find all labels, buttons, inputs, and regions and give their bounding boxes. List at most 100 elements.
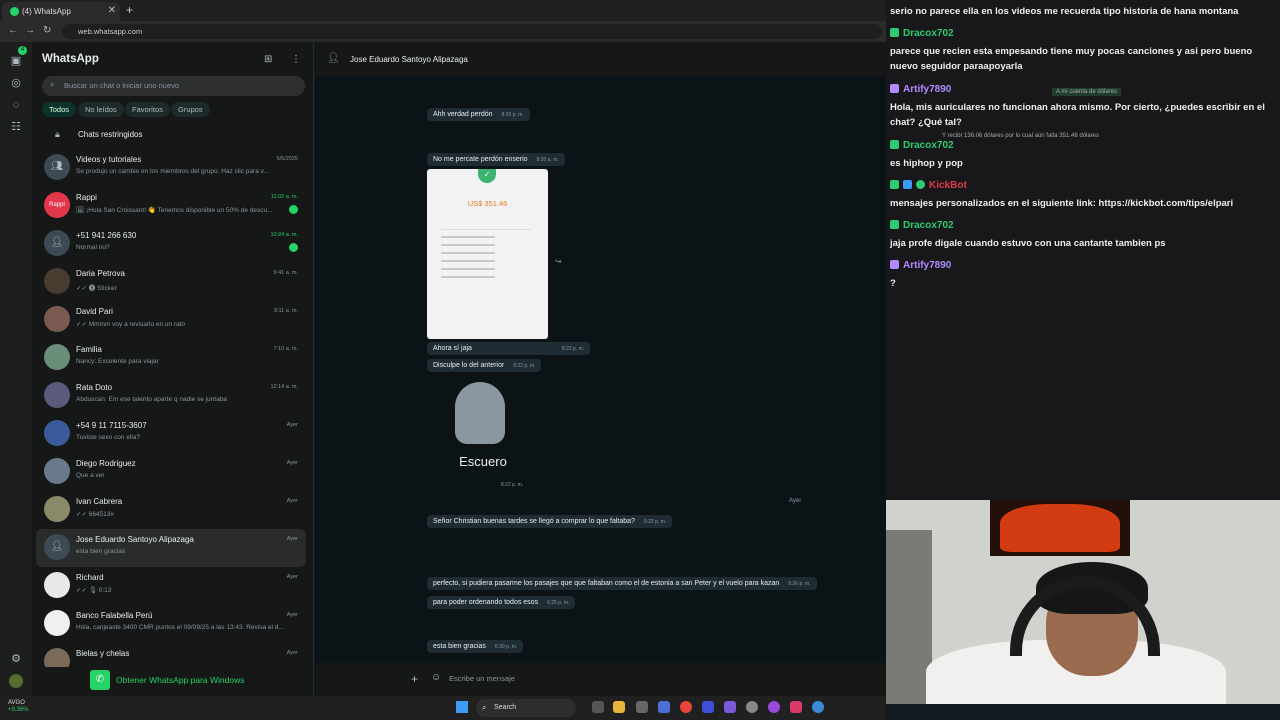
app-icon[interactable] (768, 701, 780, 713)
chrome-icon[interactable] (680, 701, 692, 713)
chat-item[interactable]: David Pari ✓✓ Mmmm voy a revisarlo en un… (36, 301, 306, 339)
chat-item[interactable]: Ivan Cabrera ✓✓ 664513# Ayer (36, 491, 306, 529)
sticker-image[interactable]: Escuero (443, 382, 515, 470)
chat-item[interactable]: Richard ✓✓ 🎙 0:13 Ayer (36, 567, 306, 605)
chat-time: 9:41 a. m. (273, 270, 298, 276)
menu-icon[interactable]: ⋮ (291, 54, 301, 65)
chat-preview: Tuviste sexo con ella? (76, 434, 141, 441)
chat-item[interactable]: Bielas y chelas Ayer (36, 643, 306, 667)
chat-name: Familia (76, 345, 102, 354)
chat-preview: Abduscan: Em ese talento aparte q nadie … (76, 396, 228, 403)
chat-item[interactable]: +54 9 11 7115-3607 Tuviste sexo con ella… (36, 415, 306, 453)
search-icon: ⌕ (50, 80, 55, 89)
payment-receipt-image[interactable]: ✓ US$ 351.46 (427, 169, 548, 339)
file-explorer-icon[interactable] (613, 701, 625, 713)
app-icon[interactable] (746, 701, 758, 713)
app-icon[interactable] (724, 701, 736, 713)
get-windows-label: Obtener WhatsApp para Windows (116, 675, 245, 685)
message-time: 6:22 p. m. (643, 519, 667, 525)
message-input[interactable]: Escribe un mensaje (449, 674, 515, 683)
conversation-header[interactable]: 👤︎ Jose Eduardo Santoyo Alipazaga (315, 42, 886, 76)
new-tab-button[interactable]: + (126, 3, 133, 17)
back-icon[interactable]: ← (8, 25, 18, 36)
message-time: 8:20 p. m. (536, 157, 559, 163)
chat-item[interactable]: Diego Rodriguez Que a ver Ayer (36, 453, 306, 491)
close-tab-icon[interactable]: ✕ (108, 5, 116, 16)
message-time: 6:30 p. m. (494, 644, 518, 650)
username-text: Dracox702 (903, 220, 954, 231)
stream-chat-message: mensajes personalizados en el siguiente … (890, 198, 1234, 209)
app-icon[interactable] (812, 701, 824, 713)
stock-change: +9.36% (8, 707, 29, 713)
message-text: Señor Christian buenas tardes se llegó a… (433, 518, 635, 525)
stream-chat-message: ? (890, 278, 896, 289)
chat-time: 9:11 a. m. (273, 308, 298, 314)
avatar (44, 344, 70, 370)
app-icon[interactable] (790, 701, 802, 713)
search-icon: ⌕ (482, 703, 487, 712)
chat-preview: Normal no? (76, 244, 110, 251)
communities-icon[interactable]: ☷ (9, 120, 23, 134)
stock-name: AVGO (8, 700, 25, 706)
person-avatar-icon: 👤︎ (44, 230, 70, 256)
chat-item[interactable]: Familia Nancy: Excelente para viajar 7:1… (36, 339, 306, 377)
chats-icon[interactable]: ▣ (9, 54, 23, 68)
chat-item[interactable]: 👥︎ Videos y tutoriales Se produjo un cam… (36, 149, 306, 187)
new-chat-icon[interactable]: ⊞ (264, 54, 272, 65)
chat-item[interactable]: Banco Falabella Perú Hola, canjeaste 340… (36, 605, 306, 643)
forward-icon[interactable]: ↪ (555, 257, 562, 266)
restricted-chats[interactable]: 🔒︎ Chats restringidos (42, 126, 312, 146)
chat-preview: Hola, canjeaste 3400 CMR puntos el 09/09… (76, 624, 284, 631)
message-bubble: para poder ordenando todos esos 6:25 p. m… (427, 596, 576, 609)
squirtle-sticker-icon (455, 382, 505, 444)
unread-dot (289, 205, 298, 214)
windows-taskbar: AVGO +9.36% ⌕ Search (0, 696, 886, 720)
avatar (44, 268, 70, 294)
profile-avatar[interactable] (9, 674, 23, 688)
status-icon[interactable]: ◎ (9, 76, 23, 90)
app-icon[interactable] (636, 701, 648, 713)
chat-item[interactable]: 👤︎ +51 941 266 630 Normal no? 10:24 a. m… (36, 225, 306, 263)
windows-start-icon[interactable] (456, 701, 468, 713)
message-bubble: Ahh verdad perdón 8:20 p. m. (427, 108, 530, 121)
emoji-icon[interactable]: ☺ (431, 672, 441, 683)
chat-item[interactable]: Rappi Rappi 🖼 ¡Hola San Croissant! 👋 Ten… (36, 187, 306, 225)
get-windows-app-link[interactable]: ✆ Obtener WhatsApp para Windows (90, 670, 290, 692)
whatsapp-favicon-icon (10, 7, 19, 16)
chat-item[interactable]: Daria Petrova ✓✓ 🅢 Sticker 9:41 a. m. (36, 263, 306, 301)
badge-icon (890, 84, 899, 93)
stock-widget[interactable]: AVGO +9.36% (8, 700, 29, 714)
forward-icon[interactable]: → (25, 25, 35, 36)
avatar (44, 572, 70, 598)
task-view-icon[interactable] (592, 701, 604, 713)
chat-preview: 🖼 ¡Hola San Croissant! 👋 Tenemos disponi… (76, 207, 273, 214)
chat-item[interactable]: Rata Doto Abduscan: Em ese talento apart… (36, 377, 306, 415)
reload-icon[interactable]: ↻ (43, 25, 51, 36)
url-field[interactable]: web.whatsapp.com (62, 24, 882, 39)
unread-badge: 4 (18, 46, 27, 55)
badge-icon (890, 140, 899, 149)
filter-all[interactable]: Todos (42, 102, 77, 117)
message-time: 6:26 p. m. (788, 581, 811, 587)
message-text: Disculpe lo del anterior (433, 362, 505, 369)
settings-icon[interactable]: ⚙ (9, 652, 23, 666)
filter-groups[interactable]: Grupos (171, 102, 210, 117)
taskbar-search[interactable]: ⌕ Search (476, 699, 576, 717)
conversation-panel: 👤︎ Jose Eduardo Santoyo Alipazaga Ahh ve… (315, 42, 886, 696)
search-input[interactable]: ⌕ Buscar un chat o iniciar uno nuevo (42, 76, 305, 96)
message-bubble: Disculpe lo del anterior 8:22 p. m. (427, 359, 542, 372)
attach-plus-icon[interactable]: + (411, 672, 418, 686)
app-icon[interactable] (702, 701, 714, 713)
chat-item-selected[interactable]: 👤︎ Jose Eduardo Santoyo Alipazaga esta b… (36, 529, 306, 567)
badge-icon (890, 28, 899, 37)
badge-icon (890, 260, 899, 269)
filter-favorites[interactable]: Favoritos (125, 102, 170, 117)
chat-username: Dracox702 (890, 140, 954, 154)
message-text: perfecto, si pudiera pasarme los pasajes… (433, 580, 780, 587)
chat-name: Bielas y chelas (76, 649, 130, 658)
channels-icon[interactable]: ◌ (9, 98, 23, 112)
filter-unread[interactable]: No leídos (78, 102, 124, 117)
app-icon[interactable] (658, 701, 670, 713)
restricted-label: Chats restringidos (78, 130, 143, 139)
browser-tab[interactable]: (4) WhatsApp ✕ (2, 2, 120, 21)
